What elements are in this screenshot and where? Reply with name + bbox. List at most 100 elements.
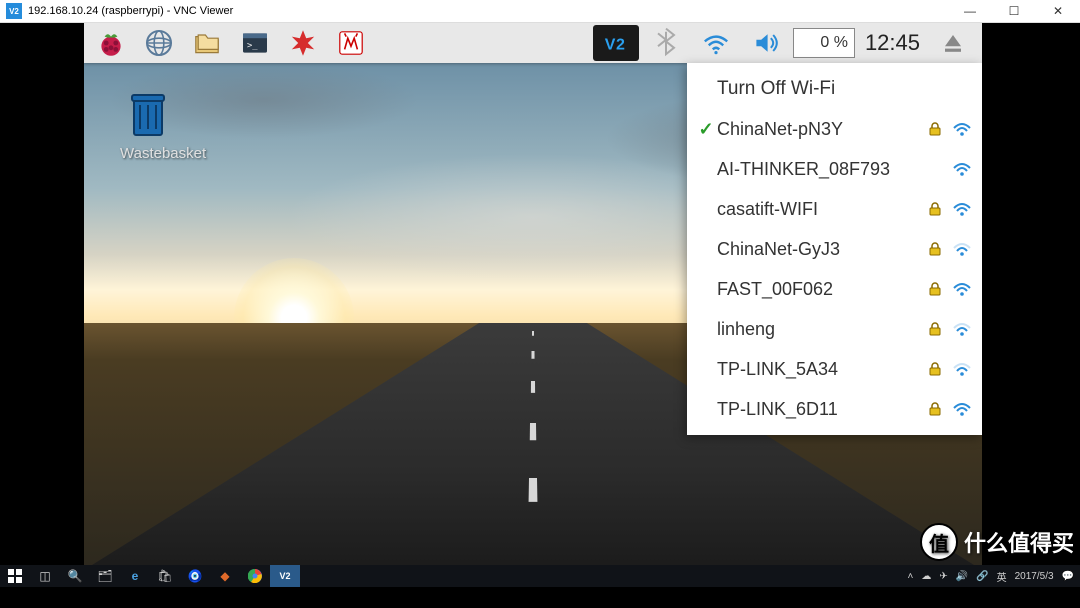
wifi-network-name: TP-LINK_6D11 [717,399,928,420]
lock-icon [928,282,946,296]
store-taskbar[interactable]: 🛍 [150,565,180,587]
tray-ime[interactable]: 英 [997,569,1007,584]
wifi-network-item[interactable]: TP-LINK_5A34 [687,349,982,389]
host-window-titlebar: V2 192.168.10.24 (raspberrypi) - VNC Vie… [0,0,1080,23]
wifi-tray[interactable] [693,25,739,61]
chrome-icon [248,569,262,583]
lock-icon [928,322,946,336]
close-button[interactable]: ✕ [1036,0,1080,22]
volume-tray[interactable] [743,25,789,61]
wifi-signal-icon [952,399,974,419]
spikey-icon [287,27,319,59]
wolf-icon [335,27,367,59]
raspberry-icon [95,27,127,59]
wifi-network-item[interactable]: linheng [687,309,982,349]
wifi-signal-icon [952,119,974,139]
wifi-connected-check-icon: ✓ [695,119,717,140]
file-explorer-taskbar[interactable]: 🗂 [90,565,120,587]
trash-desktop-icon[interactable]: Wastebasket [120,85,206,162]
wifi-toggle-item[interactable]: Turn Off Wi-Fi [687,69,982,109]
watermark: 值 什么值得买 [920,523,1074,561]
mathematica-button[interactable] [280,25,326,61]
vnc-server-tray[interactable]: V2 [593,25,639,61]
system-tray: ˄ ☁ ✈ 🔊 🔗 英 2017/5/3 💬 [907,569,1080,584]
edge-taskbar[interactable]: e [120,565,150,587]
bluetooth-tray[interactable] [643,25,689,61]
clock[interactable]: 12:45 [859,30,926,56]
eject-icon [937,27,969,59]
tray-up-icon[interactable]: ˄ [907,571,913,582]
wifi-network-name: casatift-WIFI [717,199,928,220]
lock-icon [928,402,946,416]
watermark-badge: 值 [920,523,958,561]
tray-volume-icon[interactable]: 🔊 [956,571,968,582]
vnc-stage: >_ V2 [0,23,1080,587]
folder-icon [191,27,223,59]
vnc-icon: V2 [600,27,632,59]
terminal-button[interactable]: >_ [232,25,278,61]
tray-notifications-icon[interactable]: 💬 [1062,571,1074,582]
settings-taskbar[interactable]: 🧿 [180,565,210,587]
wifi-network-name: TP-LINK_5A34 [717,359,928,380]
tray-date[interactable]: 2017/5/3 [1015,571,1054,582]
wifi-signal-icon [952,359,974,379]
task-view-button[interactable]: ◫ [30,565,60,587]
remote-desktop[interactable]: >_ V2 [84,23,982,570]
pi-top-panel: >_ V2 [84,23,982,63]
wifi-network-name: ChinaNet-pN3Y [717,119,928,140]
lock-icon [928,202,946,216]
wifi-network-item[interactable]: TP-LINK_6D11 [687,389,982,429]
maximize-button[interactable]: ☐ [992,0,1036,22]
host-taskbar: ◫ 🔍 🗂 e 🛍 🧿 ◆ V2 ˄ ☁ ✈ 🔊 🔗 英 2017/5/3 💬 [0,565,1080,587]
lock-icon [928,122,946,136]
tray-link-icon[interactable]: 🔗 [976,571,988,582]
vnc-app-icon: V2 [6,3,22,19]
wifi-network-item[interactable]: casatift-WIFI [687,189,982,229]
search-button[interactable]: 🔍 [60,565,90,587]
web-browser-button[interactable] [136,25,182,61]
vncviewer-taskbar[interactable]: V2 [270,565,300,587]
wifi-signal-icon [952,239,974,259]
wifi-network-name: ChinaNet-GyJ3 [717,239,928,260]
svg-text:V: V [605,36,616,53]
window-title: 192.168.10.24 (raspberrypi) - VNC Viewer [28,5,233,17]
globe-icon [143,27,175,59]
wolfram-button[interactable] [328,25,374,61]
trash-label: Wastebasket [120,145,206,162]
file-manager-button[interactable] [184,25,230,61]
svg-text:>_: >_ [247,41,258,51]
wifi-network-item[interactable]: ✓ChinaNet-pN3Y [687,109,982,149]
speaker-icon [750,27,782,59]
tray-cloud-icon[interactable]: ☁ [921,571,931,582]
minimize-button[interactable]: — [948,0,992,22]
start-button[interactable] [0,565,30,587]
tray-telegram-icon[interactable]: ✈ [939,571,947,582]
wifi-network-name: AI-THINKER_08F793 [717,159,928,180]
eject-tray[interactable] [930,25,976,61]
raspberry-menu-button[interactable] [88,25,134,61]
windows-icon [8,569,22,583]
wifi-network-name: linheng [717,319,928,340]
cpu-text: 0 % [820,34,848,52]
bluetooth-icon [650,27,682,59]
terminal-icon: >_ [239,27,271,59]
watermark-text: 什么值得买 [964,526,1074,558]
wifi-icon [700,27,732,59]
app1-taskbar[interactable]: ◆ [210,565,240,587]
lock-icon [928,362,946,376]
wifi-network-item[interactable]: FAST_00F062 [687,269,982,309]
cpu-monitor[interactable]: 0 % [793,28,855,58]
wifi-signal-icon [952,319,974,339]
wifi-signal-icon [952,199,974,219]
wifi-network-item[interactable]: AI-THINKER_08F793 [687,149,982,189]
wifi-menu: Turn Off Wi-Fi ✓ChinaNet-pN3Y AI-THINKER_… [687,63,982,435]
wifi-network-name: FAST_00F062 [717,279,928,300]
svg-text:2: 2 [616,36,625,53]
wifi-signal-icon [952,279,974,299]
wifi-signal-icon [952,159,974,179]
wifi-network-item[interactable]: ChinaNet-GyJ3 [687,229,982,269]
chrome-taskbar[interactable] [240,565,270,587]
wifi-toggle-label: Turn Off Wi-Fi [717,78,835,100]
lock-icon [928,242,946,256]
trash-icon [120,85,176,141]
